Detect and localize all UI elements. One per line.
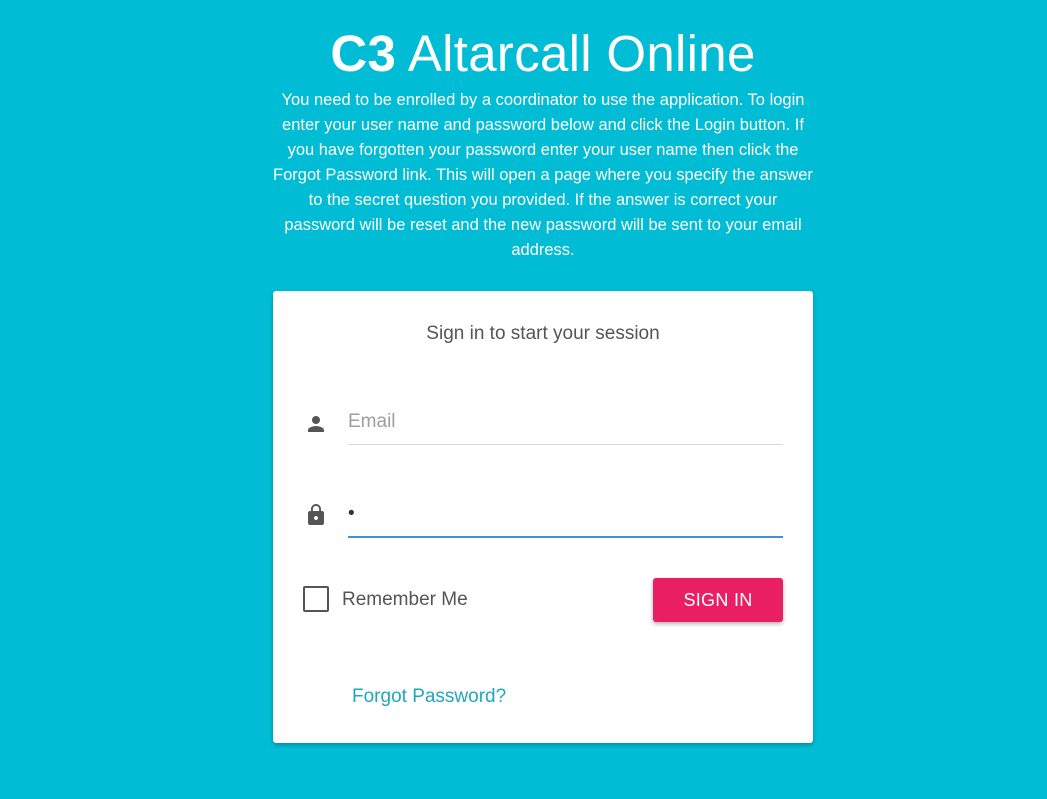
page-header: C3 Altarcall Online You need to be enrol…	[273, 22, 813, 263]
password-input[interactable]	[348, 492, 783, 538]
login-title: Sign in to start your session	[426, 323, 660, 344]
app-title-brand: C3	[330, 25, 397, 82]
app-title-text: Altarcall Online	[396, 25, 756, 82]
intro-text: You need to be enrolled by a coordinator…	[273, 91, 813, 259]
lock-icon	[304, 503, 328, 527]
remember-me-checkbox[interactable]	[303, 586, 329, 612]
person-icon	[304, 412, 328, 436]
forgot-password-link[interactable]: Forgot Password?	[352, 686, 506, 708]
remember-me-label[interactable]: Remember Me	[342, 589, 468, 611]
login-card: Sign in to start your session Remember M…	[273, 291, 813, 743]
sign-in-button[interactable]: SIGN IN	[653, 578, 783, 622]
app-title: C3 Altarcall Online	[273, 22, 813, 86]
email-input[interactable]	[348, 399, 783, 445]
